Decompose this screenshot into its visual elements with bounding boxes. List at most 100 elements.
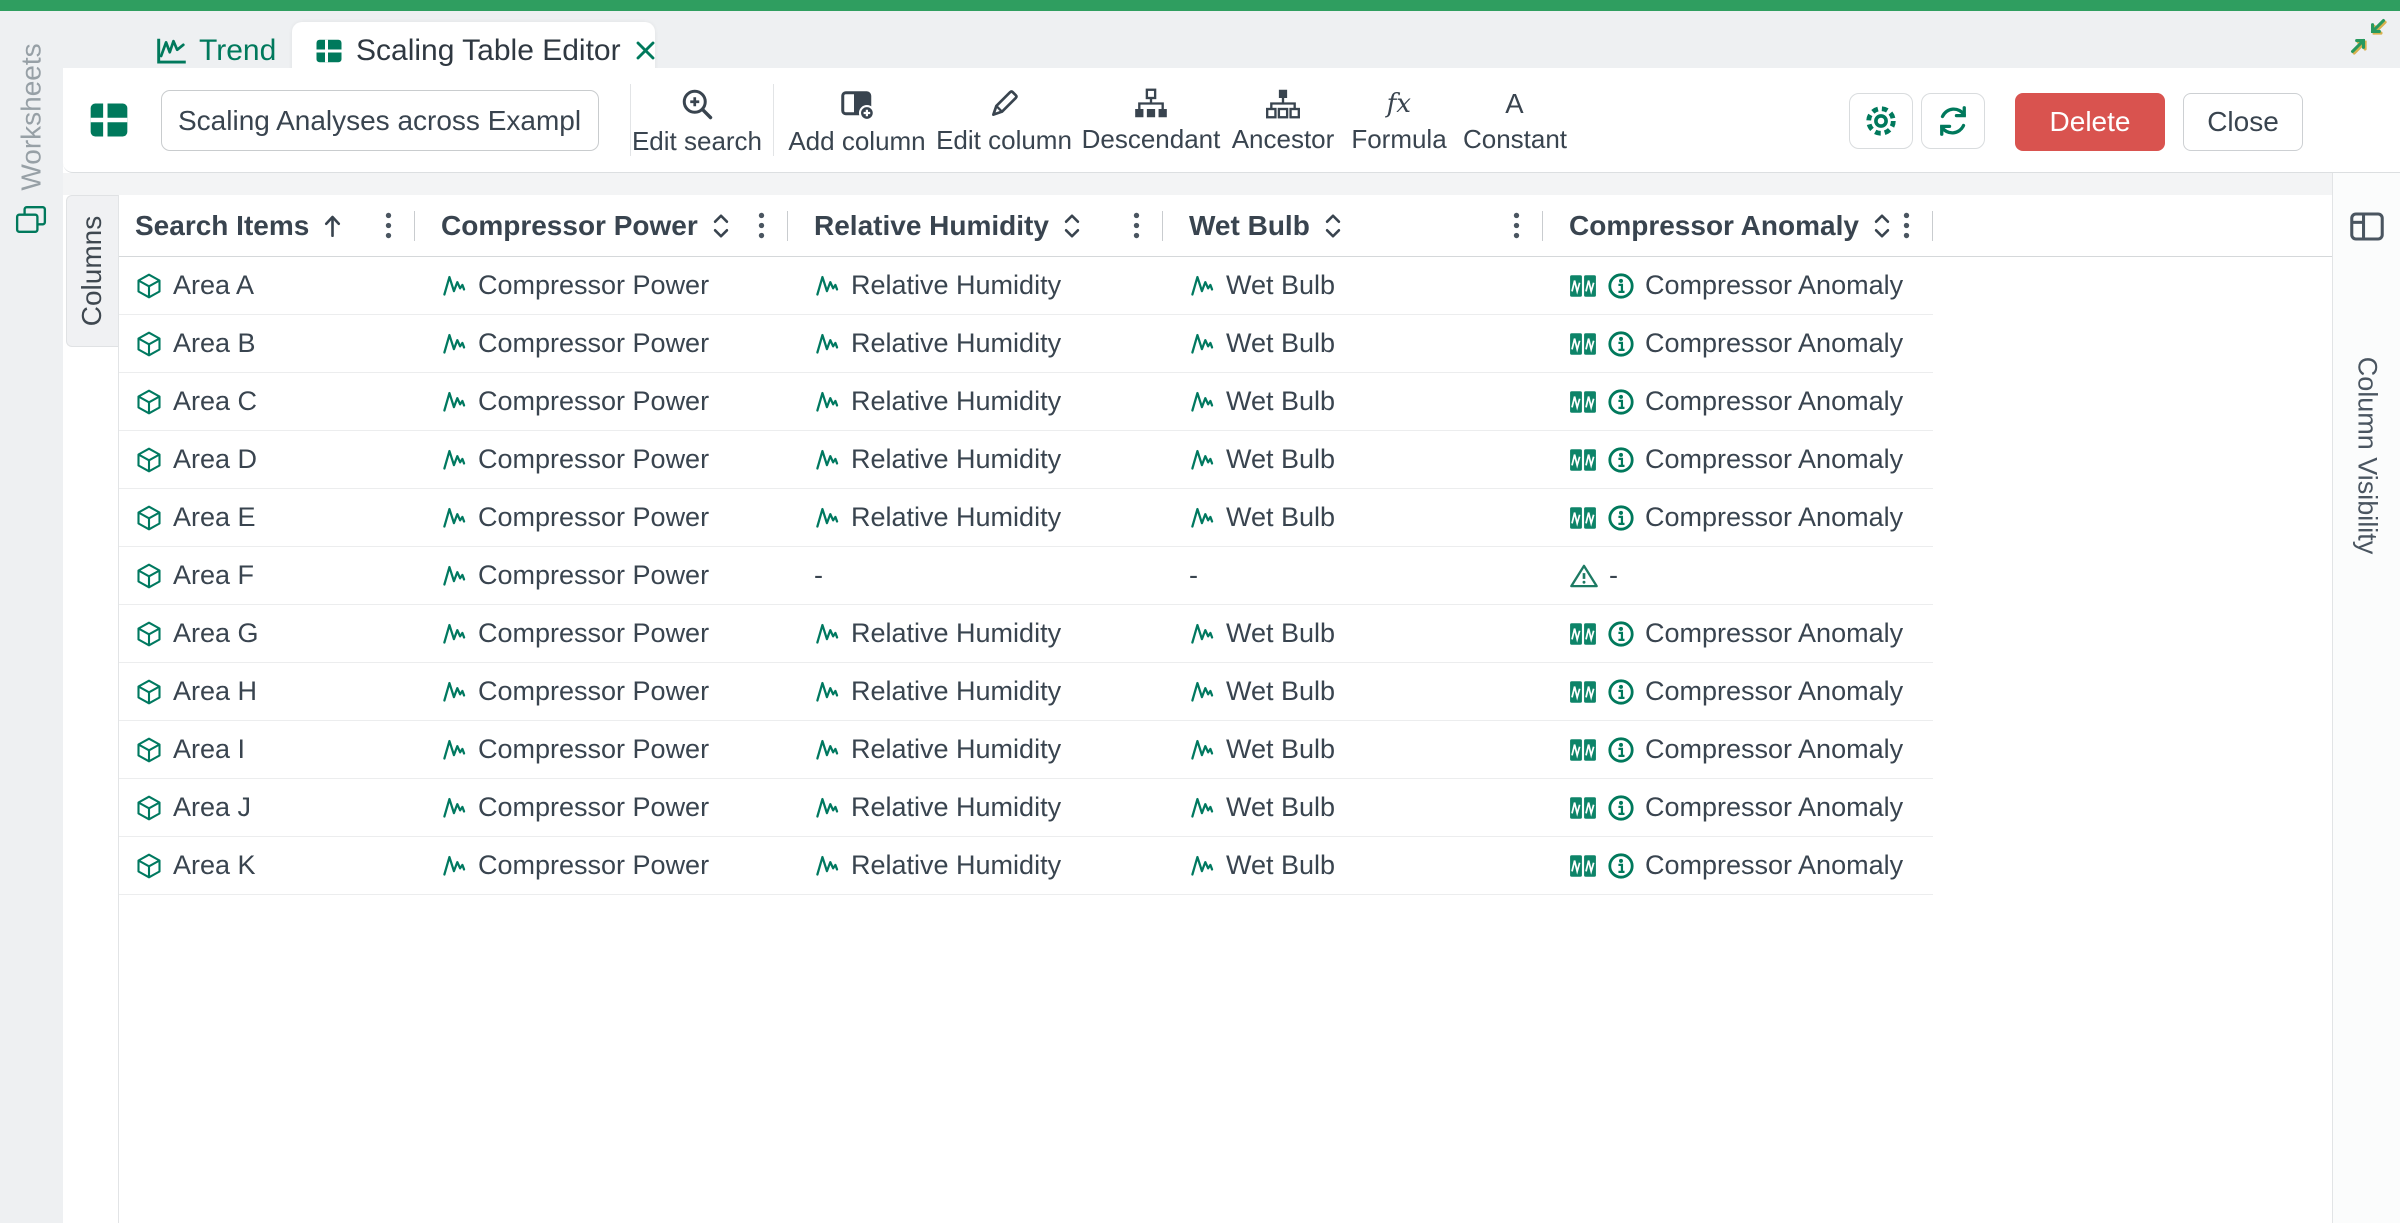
cell-search-item[interactable]: Area C — [119, 373, 415, 430]
signal-icon — [1189, 504, 1216, 531]
cell-relative-humidity[interactable]: Relative Humidity — [788, 721, 1163, 778]
close-tab-icon[interactable] — [633, 38, 658, 63]
table-row[interactable]: Area G Compressor PowerRelative HumidityW… — [119, 605, 1933, 663]
cell-compressor-power[interactable]: Compressor Power — [415, 315, 788, 372]
cell-wet-bulb[interactable]: Wet Bulb — [1163, 721, 1543, 778]
cell-search-item[interactable]: Area E — [119, 489, 415, 546]
sort-both-icon[interactable] — [1061, 212, 1083, 240]
cell-compressor-anomaly[interactable]: - — [1543, 547, 1933, 604]
kebab-menu-icon[interactable] — [1902, 211, 1911, 240]
cell-text: Area C — [173, 386, 257, 417]
cell-compressor-power[interactable]: Compressor Power — [415, 605, 788, 662]
search-name-input[interactable] — [161, 90, 599, 151]
cell-compressor-anomaly[interactable]: Compressor Anomaly — [1543, 605, 1933, 662]
cell-relative-humidity[interactable]: Relative Humidity — [788, 257, 1163, 314]
table-row[interactable]: Area ACompressor PowerRelative HumidityW… — [119, 257, 1933, 315]
cell-compressor-power[interactable]: Compressor Power — [415, 663, 788, 720]
sort-both-icon[interactable] — [1322, 212, 1344, 240]
columns-collapsed-tab[interactable]: Columns — [66, 195, 118, 347]
cell-search-item[interactable]: Area J — [119, 779, 415, 836]
cell-compressor-power[interactable]: Compressor Power — [415, 547, 788, 604]
kebab-menu-icon[interactable] — [1132, 211, 1141, 240]
sort-both-icon[interactable] — [710, 212, 732, 240]
constant-button[interactable]: AConstant — [1440, 78, 1590, 164]
add-column-button[interactable]: Add column — [782, 78, 932, 164]
cell-wet-bulb[interactable]: Wet Bulb — [1163, 779, 1543, 836]
collapse-arrows-icon[interactable] — [2348, 16, 2388, 56]
table-row[interactable]: Area ECompressor Power Relative Humidity W… — [119, 489, 1933, 547]
sort-both-icon[interactable] — [1871, 212, 1893, 240]
table-row[interactable]: Area FCompressor Power--- — [119, 547, 1933, 605]
cell-relative-humidity[interactable]: Relative Humidity — [788, 373, 1163, 430]
descendant-button[interactable]: Descendant — [1076, 78, 1226, 164]
refresh-button[interactable] — [1921, 93, 1985, 149]
cell-compressor-anomaly[interactable]: Compressor Anomaly — [1543, 663, 1933, 720]
cell-compressor-anomaly[interactable]: Compressor Anomaly — [1543, 257, 1933, 314]
worksheets-collapsed-panel[interactable]: Worksheets — [0, 11, 63, 1223]
cell-compressor-power[interactable]: Compressor Power — [415, 431, 788, 488]
cell-wet-bulb[interactable]: Wet Bulb — [1163, 257, 1543, 314]
edit-search-button[interactable]: Edit search — [622, 78, 772, 164]
cell-search-item[interactable]: Area H — [119, 663, 415, 720]
close-button[interactable]: Close — [2183, 93, 2303, 151]
cell-wet-bulb[interactable]: Wet Bulb — [1163, 373, 1543, 430]
cell-wet-bulb[interactable]: Wet Bulb — [1163, 315, 1543, 372]
cell-search-item[interactable]: Area G — [119, 605, 415, 662]
cell-search-item[interactable]: Area I — [119, 721, 415, 778]
cell-wet-bulb[interactable]: Wet Bulb — [1163, 837, 1543, 894]
cell-search-item[interactable]: Area A — [119, 257, 415, 314]
cell-text: Area G — [173, 618, 259, 649]
cell-search-item[interactable]: Area B — [119, 315, 415, 372]
cell-compressor-anomaly[interactable]: Compressor Anomaly — [1543, 837, 1933, 894]
cell-relative-humidity[interactable]: Relative Humidity — [788, 315, 1163, 372]
cell-wet-bulb[interactable]: Wet Bulb — [1163, 663, 1543, 720]
cell-compressor-anomaly[interactable]: Compressor Anomaly — [1543, 315, 1933, 372]
info-icon — [1607, 446, 1635, 474]
cell-compressor-power[interactable]: Compressor Power — [415, 489, 788, 546]
table-row[interactable]: Area KCompressor PowerRelative HumidityW… — [119, 837, 1933, 895]
toolbar-button-label: Edit search — [632, 126, 762, 157]
kebab-menu-icon[interactable] — [757, 211, 766, 240]
cell-relative-humidity[interactable]: Relative Humidity — [788, 837, 1163, 894]
cell-text: Relative Humidity — [851, 502, 1061, 533]
kebab-menu-icon[interactable] — [384, 211, 393, 240]
cell-wet-bulb[interactable]: Wet Bulb — [1163, 431, 1543, 488]
cell-relative-humidity[interactable]: Relative Humidity — [788, 605, 1163, 662]
kebab-menu-icon[interactable] — [1512, 211, 1521, 240]
cell-compressor-power[interactable]: Compressor Power — [415, 837, 788, 894]
table-row[interactable]: Area BCompressor PowerRelative HumidityW… — [119, 315, 1933, 373]
cell-wet-bulb[interactable]: - — [1163, 547, 1543, 604]
asset-cube-icon — [135, 678, 163, 706]
cell-wet-bulb[interactable]: Wet Bulb — [1163, 489, 1543, 546]
cell-relative-humidity[interactable]: Relative Humidity — [788, 431, 1163, 488]
cell-relative-humidity[interactable]: Relative Humidity — [788, 779, 1163, 836]
delete-button[interactable]: Delete — [2015, 93, 2165, 151]
cell-search-item[interactable]: Area F — [119, 547, 415, 604]
cell-relative-humidity[interactable]: - — [788, 547, 1163, 604]
cell-search-item[interactable]: Area D — [119, 431, 415, 488]
cell-compressor-power[interactable]: Compressor Power — [415, 779, 788, 836]
cell-compressor-anomaly[interactable]: Compressor Anomaly — [1543, 779, 1933, 836]
signal-icon — [441, 736, 468, 763]
table-grid-icon[interactable] — [85, 96, 133, 144]
edit-column-button[interactable]: Edit column — [929, 78, 1079, 164]
cell-wet-bulb[interactable]: Wet Bulb — [1163, 605, 1543, 662]
cell-relative-humidity[interactable]: Relative Humidity — [788, 489, 1163, 546]
cell-compressor-power[interactable]: Compressor Power — [415, 721, 788, 778]
table-row[interactable]: Area ICompressor PowerRelative HumidityW… — [119, 721, 1933, 779]
sort-asc-icon[interactable] — [321, 213, 344, 238]
cell-compressor-anomaly[interactable]: Compressor Anomaly — [1543, 721, 1933, 778]
column-visibility-collapsed-panel[interactable]: Column Visibility — [2332, 173, 2400, 1223]
cell-compressor-anomaly[interactable]: Compressor Anomaly — [1543, 489, 1933, 546]
table-row[interactable]: Area JCompressor PowerRelative HumidityW… — [119, 779, 1933, 837]
table-row[interactable]: Area DCompressor PowerRelative HumidityW… — [119, 431, 1933, 489]
table-row[interactable]: Area C Compressor PowerRelative HumidityW… — [119, 373, 1933, 431]
table-row[interactable]: Area HCompressor PowerRelative HumidityW… — [119, 663, 1933, 721]
settings-button[interactable] — [1849, 93, 1913, 149]
cell-relative-humidity[interactable]: Relative Humidity — [788, 663, 1163, 720]
cell-search-item[interactable]: Area K — [119, 837, 415, 894]
cell-compressor-power[interactable]: Compressor Power — [415, 373, 788, 430]
cell-compressor-anomaly[interactable]: Compressor Anomaly — [1543, 373, 1933, 430]
cell-compressor-power[interactable]: Compressor Power — [415, 257, 788, 314]
cell-compressor-anomaly[interactable]: Compressor Anomaly — [1543, 431, 1933, 488]
